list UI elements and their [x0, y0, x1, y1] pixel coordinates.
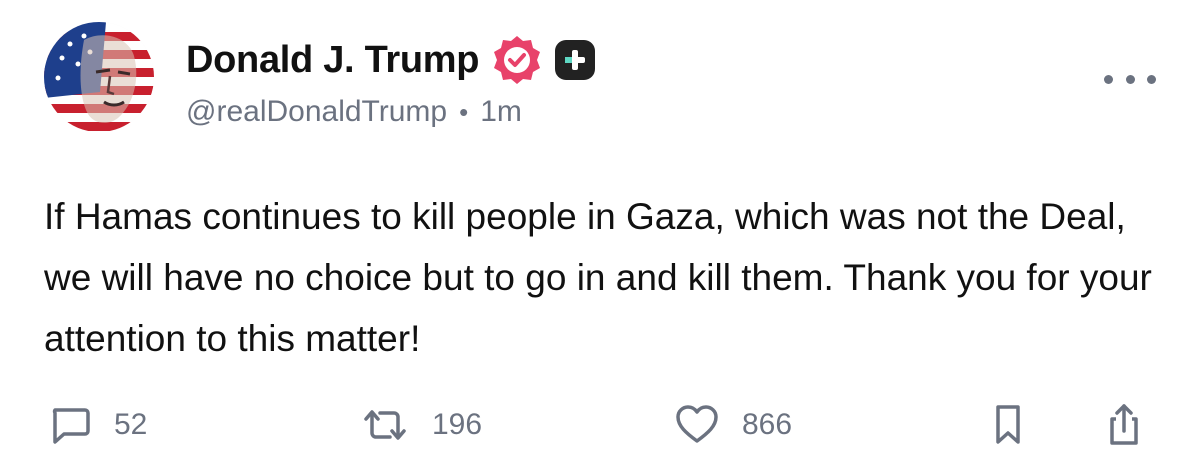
reply-button[interactable]: 52: [48, 400, 147, 450]
more-options-button[interactable]: [1100, 62, 1160, 96]
retruth-arrows-icon: [364, 410, 406, 440]
truth-post: Donald J. Trump @realDonaldTrump • 1m If…: [0, 0, 1199, 476]
more-options-icon-dot: [1147, 74, 1156, 84]
post-text: If Hamas continues to kill people in Gaz…: [44, 196, 1152, 359]
post-timestamp[interactable]: 1m: [480, 95, 522, 129]
share-icon: [1110, 404, 1138, 445]
bookmark-icon: [996, 405, 1020, 444]
reply-count: 52: [114, 408, 148, 441]
retruth-count: 196: [432, 408, 483, 441]
author-handle[interactable]: @realDonaldTrump: [186, 95, 447, 129]
share-button[interactable]: [1104, 400, 1144, 450]
verified-badge-icon: [494, 36, 541, 84]
more-options-icon-dot: [1125, 74, 1135, 84]
plus-badge-icon: [555, 40, 596, 80]
author-display-name[interactable]: Donald J. Trump: [186, 39, 480, 82]
bookmark-button[interactable]: [990, 400, 1026, 450]
author-name-row: Donald J. Trump: [186, 34, 597, 86]
reply-bubble-icon: [52, 408, 90, 444]
meta-separator: •: [459, 96, 469, 127]
like-count: 866: [742, 408, 793, 441]
avatar-image: [44, 22, 154, 132]
avatar[interactable]: [44, 22, 154, 132]
heart-icon: [676, 405, 718, 443]
more-options-icon: [1104, 74, 1113, 84]
like-button[interactable]: 866: [674, 400, 792, 450]
retruth-button[interactable]: 196: [360, 400, 482, 450]
author-meta: @realDonaldTrump • 1m: [186, 95, 522, 129]
